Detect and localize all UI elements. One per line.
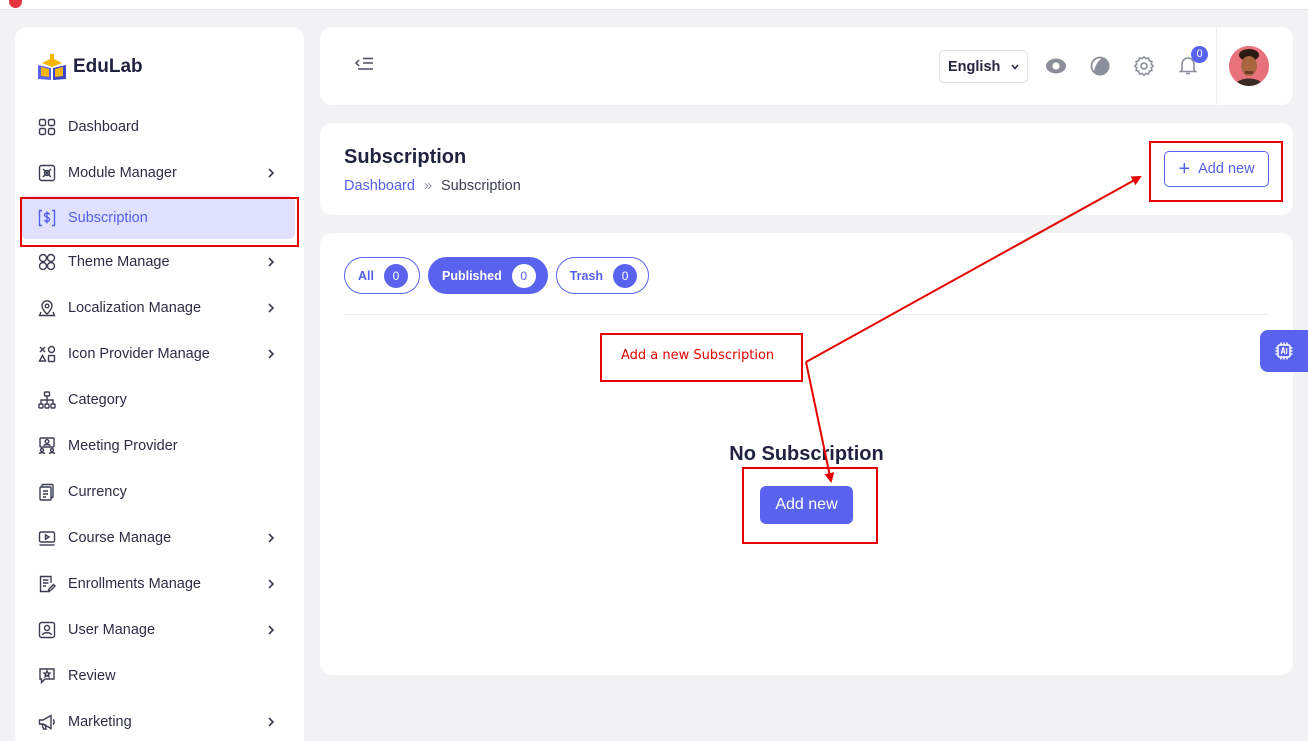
menu-collapse-icon[interactable]	[354, 55, 376, 75]
module-icon	[38, 164, 56, 182]
sidebar-item-icon-provider-manage[interactable]: Icon Provider Manage	[15, 331, 304, 377]
sidebar-item-module-manager[interactable]: Module Manager	[15, 150, 304, 196]
sidebar-item-user-manage[interactable]: User Manage	[15, 607, 304, 653]
divider	[344, 314, 1269, 315]
brand[interactable]: EduLab	[37, 53, 143, 81]
chevron-right-icon	[268, 349, 275, 359]
breadcrumb-home-link[interactable]: Dashboard	[344, 178, 415, 194]
chevron-right-icon	[268, 625, 275, 635]
empty-state-title: No Subscription	[729, 443, 884, 465]
sidebar-item-label: Currency	[68, 484, 127, 500]
chevron-right-icon	[268, 533, 275, 543]
tab-count: 0	[511, 263, 536, 288]
sidebar-item-label: Review	[68, 668, 116, 684]
video-icon	[38, 529, 56, 547]
sidebar-item-dashboard[interactable]: Dashboard	[15, 104, 304, 150]
gear-icon[interactable]	[1133, 55, 1155, 77]
tab-trash[interactable]: Trash 0	[555, 257, 650, 294]
sidebar-item-meeting-provider[interactable]: Meeting Provider	[15, 423, 304, 469]
tab-label: Trash	[569, 268, 604, 283]
sidebar-item-label: Module Manager	[68, 165, 177, 181]
meeting-icon	[38, 437, 56, 455]
theme-toggle-icon[interactable]	[1089, 55, 1111, 77]
page-header-card: Subscription Dashboard » Subscription + …	[320, 123, 1293, 215]
location-icon	[38, 299, 56, 317]
sidebar-item-label: Localization Manage	[68, 300, 202, 316]
sidebar-item-label: User Manage	[68, 622, 156, 638]
sidebar: EduLab Dashboard Module Manager Subscrip…	[15, 27, 304, 741]
annotation-label: Add a new Subscription	[600, 333, 803, 382]
sidebar-item-label: Enrollments Manage	[68, 576, 201, 592]
sidebar-item-label: Icon Provider Manage	[68, 346, 210, 362]
ai-assistant-button[interactable]	[1260, 330, 1308, 372]
sidebar-item-category[interactable]: Category	[15, 377, 304, 423]
browser-top-strip	[0, 0, 1308, 10]
tab-count: 0	[613, 263, 638, 288]
grid-icon	[38, 118, 56, 136]
page-title: Subscription	[344, 146, 467, 168]
tab-label: All	[358, 268, 374, 283]
edulab-logo-icon	[38, 54, 66, 80]
annotation-box-sidebar	[20, 197, 299, 247]
sidebar-item-currency[interactable]: Currency	[15, 469, 304, 515]
subscription-list-card: All 0 Published 0 Trash 0 No Subscriptio…	[320, 233, 1293, 675]
sidebar-item-label: Dashboard	[68, 119, 139, 135]
shapes-icon	[38, 345, 56, 363]
breadcrumb-current: Subscription	[441, 178, 521, 194]
chevron-right-icon	[268, 168, 275, 178]
user-card-icon	[38, 621, 56, 639]
breadcrumb-separator: »	[423, 178, 433, 194]
avatar[interactable]	[1229, 46, 1269, 86]
avatar-portrait	[1229, 46, 1269, 86]
sidebar-item-label: Course Manage	[68, 530, 172, 546]
chevron-right-icon	[268, 717, 275, 727]
annotation-box-header-button	[1149, 141, 1283, 202]
chevron-right-icon	[268, 303, 275, 313]
language-value: English	[948, 59, 1001, 75]
sidebar-item-enrollments-manage[interactable]: Enrollments Manage	[15, 561, 304, 607]
tab-published[interactable]: Published 0	[427, 257, 548, 294]
sidebar-item-review[interactable]: Review	[15, 653, 304, 699]
top-header: English 0	[320, 27, 1293, 105]
tab-all[interactable]: All 0	[344, 257, 420, 294]
ai-chip-icon	[1275, 342, 1293, 360]
clover-icon	[38, 253, 56, 271]
language-select[interactable]: English	[939, 50, 1028, 83]
notification-badge: 0	[1191, 46, 1208, 63]
favicon-dot	[9, 0, 22, 8]
eye-icon[interactable]	[1045, 55, 1067, 77]
brand-name: EduLab	[73, 56, 143, 77]
status-tabs: All 0 Published 0 Trash 0	[344, 257, 650, 294]
sidebar-item-localization-manage[interactable]: Localization Manage	[15, 285, 304, 331]
sidebar-item-label: Category	[68, 392, 127, 408]
currency-icon	[38, 483, 56, 501]
annotation-box-empty-button	[742, 467, 878, 544]
sidebar-item-marketing[interactable]: Marketing	[15, 699, 304, 741]
sidebar-item-label: Marketing	[68, 714, 132, 730]
document-edit-icon	[38, 575, 56, 593]
breadcrumb: Dashboard » Subscription	[344, 178, 521, 194]
header-divider	[1216, 27, 1217, 105]
hierarchy-icon	[38, 391, 56, 409]
chevron-right-icon	[268, 579, 275, 589]
sidebar-item-label: Theme Manage	[68, 254, 170, 270]
star-chat-icon	[38, 667, 56, 685]
tab-label: Published	[441, 268, 502, 283]
chevron-down-icon	[1011, 64, 1019, 70]
sidebar-item-label: Meeting Provider	[68, 438, 178, 454]
chevron-right-icon	[268, 257, 275, 267]
tab-count: 0	[383, 263, 408, 288]
megaphone-icon	[38, 713, 56, 731]
sidebar-item-course-manage[interactable]: Course Manage	[15, 515, 304, 561]
